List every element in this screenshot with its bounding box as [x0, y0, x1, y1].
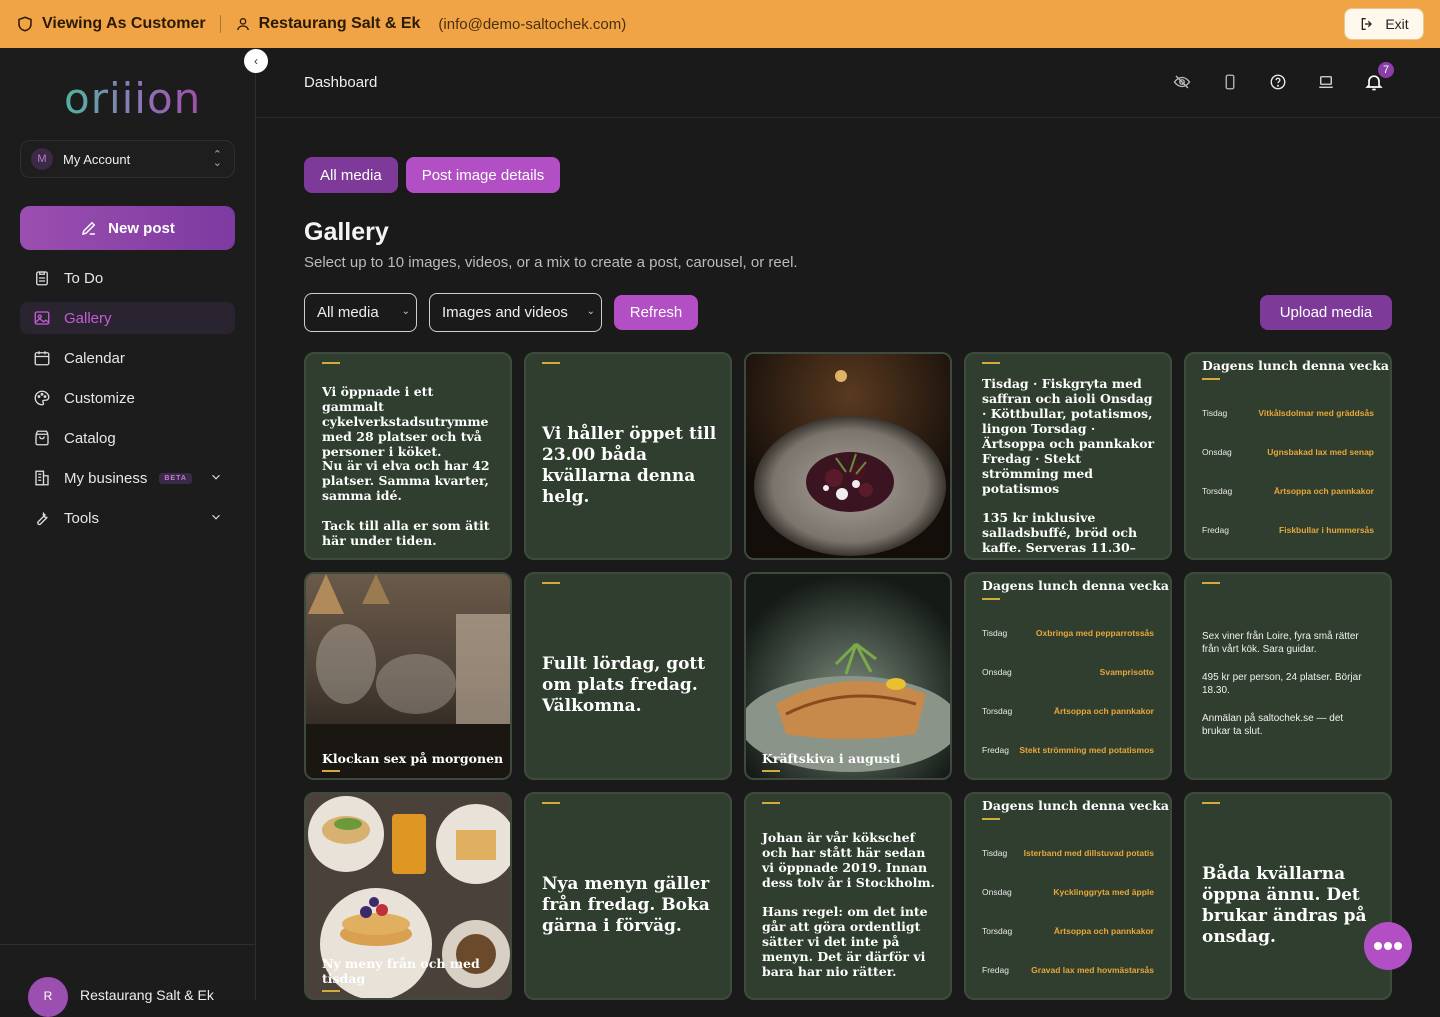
collapse-sidebar-button[interactable]: ‹ [244, 49, 268, 73]
lunch-row: Fredag Stekt strömming med potatismos [982, 745, 1154, 755]
lunch-row: Fredag Gravad lax med hovmästarsås [982, 965, 1154, 975]
media-tile[interactable]: Dagens lunch denna vecka Tisdag Isterband… [964, 792, 1172, 1000]
lunch-row: Tisdag Oxbringa med pepparrotssås [982, 628, 1154, 638]
exit-button[interactable]: Exit [1344, 8, 1424, 40]
account-label: My Account [63, 151, 131, 167]
upload-media-button[interactable]: Upload media [1260, 295, 1392, 330]
tab-post-image-details[interactable]: Post image details [405, 157, 561, 193]
media-tile[interactable]: Ny meny från och med tisdag [304, 792, 512, 1000]
wrench-icon [32, 508, 52, 528]
new-post-button[interactable]: New post [20, 206, 235, 250]
calendar-icon [32, 348, 52, 368]
sidebar-item-my-business[interactable]: My business BETA [20, 462, 235, 494]
chat-dots-icon [1374, 942, 1402, 950]
sidebar-item-catalog[interactable]: Catalog [20, 422, 235, 454]
media-tile[interactable]: Båda kvällarna öppna ännu. Det brukar än… [1184, 792, 1392, 1000]
media-tile[interactable]: Kräftskiva i augusti [744, 572, 952, 780]
user-icon [236, 18, 249, 31]
lunch-row: Onsdag Kycklinggryta med äpple [982, 887, 1154, 897]
sidebar-item-tools[interactable]: Tools [20, 502, 235, 534]
media-tile[interactable]: Vi öppnade i ett gammalt cykelverkstadsu… [304, 352, 512, 560]
business-email: (info@demo-saltochek.com) [438, 15, 627, 33]
media-tile[interactable]: Fullt lördag, gott om plats fredag. Välk… [524, 572, 732, 780]
image-icon [32, 308, 52, 328]
account-switcher[interactable]: M My Account ⌃ ⌄ [20, 140, 235, 178]
lunch-row: Onsdag Svamprisotto [982, 667, 1154, 677]
sidebar-item-customize[interactable]: Customize [20, 382, 235, 414]
sidebar-item-calendar[interactable]: Calendar [20, 342, 235, 374]
lunch-row: Tisdag Vitkålsdolmar med gräddsås [1202, 408, 1374, 418]
chevron-down-icon [209, 510, 223, 528]
media-tile[interactable]: Tisdag · Fiskgryta med saffran och aioli… [964, 352, 1172, 560]
lunch-row: Torsdag Ärtsoppa och pannkakor [982, 926, 1154, 936]
chat-button[interactable] [1364, 922, 1412, 970]
business-name: Restaurang Salt & Ek [80, 987, 214, 1003]
sidebar: oriiion M My Account ⌃ ⌄ New post To Do G… [0, 48, 256, 1017]
sidebar-nav: To Do Gallery Calendar Customize Catalog… [20, 262, 235, 542]
sidebar-item-todo[interactable]: To Do [20, 262, 235, 294]
tab-all-media[interactable]: All media [304, 157, 398, 193]
chevron-down-icon [209, 470, 223, 488]
gallery-subtitle: Select up to 10 images, videos, or a mix… [304, 254, 798, 271]
account-avatar: M [31, 148, 53, 170]
sidebar-item-gallery[interactable]: Gallery [20, 302, 235, 334]
chevron-down-icon: ⌄ [586, 306, 595, 317]
gallery-title: Gallery [304, 218, 389, 246]
lunch-row: Torsdag Ärtsoppa och pannkakor [982, 706, 1154, 716]
eye-off-icon[interactable] [1172, 72, 1192, 92]
business-label: Restaurang Salt & Ek (info@demo-saltoche… [235, 15, 627, 33]
business-avatar: R [28, 977, 68, 1017]
media-tile[interactable]: Vi håller öppet till 23.00 båda kvällarn… [524, 352, 732, 560]
shield-icon [18, 16, 32, 32]
mobile-icon[interactable] [1220, 72, 1240, 92]
sidebar-footer[interactable]: R Restaurang Salt & Ek [0, 944, 255, 1017]
notification-badge: 7 [1376, 60, 1396, 80]
media-tile[interactable]: Dagens lunch denna vecka Tisdag Oxbringa … [964, 572, 1172, 780]
beta-badge: BETA [159, 472, 192, 484]
building-icon [32, 468, 52, 488]
lunch-row: Torsdag Ärtsoppa och pannkakor [1202, 486, 1374, 496]
palette-icon [32, 388, 52, 408]
chevron-updown-icon: ⌃ ⌄ [212, 149, 222, 169]
media-tabs: All media Post image details [304, 157, 561, 193]
refresh-button[interactable]: Refresh [614, 295, 698, 330]
logo: oriiion [64, 74, 202, 123]
media-tile[interactable] [744, 352, 952, 560]
media-tile[interactable]: Klockan sex på morgonen [304, 572, 512, 780]
media-tile[interactable]: Nya menyn gäller från fredag. Boka gärna… [524, 792, 732, 1000]
kitchen-photo [306, 574, 510, 778]
chevron-left-icon: ‹ [254, 54, 258, 68]
food-photo-beet-salad [746, 354, 950, 558]
media-tile[interactable]: Johan är vår kökschef och har stått här … [744, 792, 952, 1000]
clipboard-icon [32, 268, 52, 288]
pen-icon [82, 221, 96, 236]
help-icon[interactable] [1268, 72, 1288, 92]
viewing-as-label: Viewing As Customer [16, 15, 206, 33]
media-grid: Vi öppnade i ett gammalt cykelverkstadsu… [304, 352, 1392, 1012]
food-photo-salmon [746, 574, 950, 778]
lunch-row: Onsdag Ugnsbakad lax med senap [1202, 447, 1374, 457]
logout-icon [1361, 18, 1373, 30]
banner-divider [219, 15, 221, 33]
media-tile[interactable]: Dagens lunch denna vecka Tisdag Vitkålsdo… [1184, 352, 1392, 560]
lunch-row: Tisdag Isterband med dillstuvad potatis [982, 848, 1154, 858]
chevron-down-icon: ⌄ [401, 306, 410, 317]
impersonation-banner: Viewing As Customer Restaurang Salt & Ek… [0, 0, 1440, 48]
topbar: Dashboard 7 [256, 48, 1440, 118]
bag-icon [32, 428, 52, 448]
lunch-row: Fredag Fiskbullar i hummersås [1202, 525, 1374, 535]
laptop-icon[interactable] [1316, 72, 1336, 92]
source-select[interactable]: All media ⌄ [304, 293, 417, 332]
type-select[interactable]: Images and videos ⌄ [429, 293, 602, 332]
media-tile[interactable]: Sex viner från Loire, fyra små rätter fr… [1184, 572, 1392, 780]
page-title: Dashboard [304, 74, 378, 91]
